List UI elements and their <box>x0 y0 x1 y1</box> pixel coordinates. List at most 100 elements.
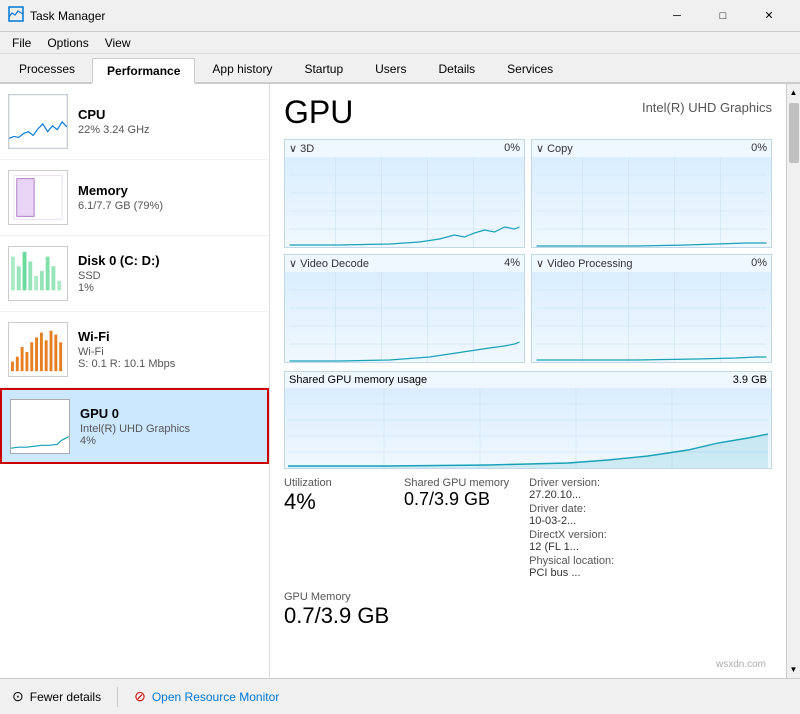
memory-label: Memory <box>78 183 261 198</box>
panel-header: GPU Intel(R) UHD Graphics <box>284 94 772 131</box>
close-button[interactable]: ✕ <box>746 0 792 32</box>
chart-video-processing-value: 0% <box>751 257 767 270</box>
cpu-info: CPU 22% 3.24 GHz <box>78 107 261 136</box>
bottombar-divider <box>117 687 118 707</box>
shared-memory-label: Shared GPU memory usage <box>289 374 427 386</box>
chart-video-processing-header: ∨ Video Processing 0% <box>532 255 771 272</box>
cpu-mini-graph <box>8 94 68 149</box>
gpu-label: GPU 0 <box>80 406 259 421</box>
tab-performance[interactable]: Performance <box>92 58 195 84</box>
panel-subtitle: Intel(R) UHD Graphics <box>642 100 772 115</box>
stat-utilization-label: Utilization <box>284 477 384 489</box>
gpu-memory-value: 0.7/3.9 GB <box>284 603 772 629</box>
fewer-details-label: Fewer details <box>30 690 101 704</box>
disk-mini-graph <box>8 246 68 301</box>
stat-driver-version-label: Driver version: <box>529 477 629 489</box>
stat-shared-mem-value: 0.7/3.9 GB <box>404 489 509 510</box>
chart-copy-value: 0% <box>751 142 767 155</box>
chart-video-decode-header: ∨ Video Decode 4% <box>285 255 524 272</box>
shared-memory-value: 3.9 GB <box>733 374 767 386</box>
chart-copy-header: ∨ Copy 0% <box>532 140 771 157</box>
tab-processes[interactable]: Processes <box>4 56 90 82</box>
right-area: GPU Intel(R) UHD Graphics ∨ 3D 0% <box>270 84 800 678</box>
tabbar: Processes Performance App history Startu… <box>0 54 800 84</box>
chart-video-decode-value: 4% <box>504 257 520 270</box>
minimize-button[interactable]: ─ <box>654 0 700 32</box>
scroll-up-arrow[interactable]: ▲ <box>788 86 800 99</box>
charts-grid: ∨ 3D 0% <box>284 139 772 363</box>
wifi-stats: S: 0.1 R: 10.1 Mbps <box>78 358 261 370</box>
window-controls: ─ □ ✕ <box>654 0 792 32</box>
sidebar-item-disk[interactable]: Disk 0 (C: D:) SSD 1% <box>0 236 269 312</box>
tab-startup[interactable]: Startup <box>289 56 358 82</box>
sidebar-item-cpu[interactable]: CPU 22% 3.24 GHz <box>0 84 269 160</box>
tab-app-history[interactable]: App history <box>197 56 287 82</box>
gpu-stats: 4% <box>80 435 259 447</box>
tab-services[interactable]: Services <box>492 56 568 82</box>
gpu-model: Intel(R) UHD Graphics <box>80 423 259 435</box>
sidebar-item-wifi[interactable]: Wi-Fi Wi-Fi S: 0.1 R: 10.1 Mbps <box>0 312 269 388</box>
sidebar: CPU 22% 3.24 GHz Memory 6.1/7.7 GB (79%) <box>0 84 270 678</box>
wifi-type: Wi-Fi <box>78 346 261 358</box>
stats-section: Utilization 4% Shared GPU memory 0.7/3.9… <box>284 477 772 585</box>
tab-users[interactable]: Users <box>360 56 421 82</box>
shared-memory-area <box>285 388 771 468</box>
stat-directx-label: DirectX version: <box>529 529 629 541</box>
window-title: Task Manager <box>30 9 654 23</box>
panel-title: GPU <box>284 94 353 131</box>
scroll-down-arrow[interactable]: ▼ <box>788 663 800 676</box>
chart-copy-chevron[interactable]: ∨ Copy <box>536 142 573 155</box>
fewer-details-button[interactable]: ⊙ Fewer details <box>12 688 101 705</box>
sidebar-item-memory[interactable]: Memory 6.1/7.7 GB (79%) <box>0 160 269 236</box>
maximize-button[interactable]: □ <box>700 0 746 32</box>
chart-video-processing-chevron[interactable]: ∨ Video Processing <box>536 257 633 270</box>
gpu-mini-graph <box>10 399 70 454</box>
stat-shared-mem-label: Shared GPU memory <box>404 477 509 489</box>
stat-driver-version-value: 27.20.10... <box>529 489 629 501</box>
chart-video-decode: ∨ Video Decode 4% <box>284 254 525 363</box>
stats-row: Utilization 4% Shared GPU memory 0.7/3.9… <box>284 477 629 579</box>
menu-options[interactable]: Options <box>39 34 96 52</box>
stat-physical-label: Physical location: <box>529 555 629 567</box>
scroll-thumb[interactable] <box>789 103 799 163</box>
wifi-mini-graph <box>8 322 68 377</box>
gpu-memory-stat: GPU Memory 0.7/3.9 GB <box>284 591 772 629</box>
stat-driver-date-value: 10-03-2... <box>529 515 629 527</box>
gpu-memory-label: GPU Memory <box>284 591 772 603</box>
menu-file[interactable]: File <box>4 34 39 52</box>
wifi-info: Wi-Fi Wi-Fi S: 0.1 R: 10.1 Mbps <box>78 329 261 370</box>
cpu-label: CPU <box>78 107 261 122</box>
gpu-info: GPU 0 Intel(R) UHD Graphics 4% <box>80 406 259 447</box>
disk-stats: 1% <box>78 282 261 294</box>
tab-details[interactable]: Details <box>423 56 490 82</box>
stat-shared-gpu-mem: Shared GPU memory 0.7/3.9 GB <box>404 477 509 579</box>
memory-stats: 6.1/7.7 GB (79%) <box>78 200 261 212</box>
watermark: wsxdn.com <box>716 659 766 670</box>
menu-view[interactable]: View <box>97 34 139 52</box>
stat-directx-value: 12 (FL 1... <box>529 541 629 553</box>
open-resource-monitor-button[interactable]: ⊘ Open Resource Monitor <box>134 688 279 705</box>
shared-memory-header: Shared GPU memory usage 3.9 GB <box>285 372 771 388</box>
app-icon <box>8 6 24 25</box>
open-resource-monitor-label: Open Resource Monitor <box>152 690 279 704</box>
chart-copy: ∨ Copy 0% <box>531 139 772 248</box>
disk-info: Disk 0 (C: D:) SSD 1% <box>78 253 261 294</box>
chart-3d: ∨ 3D 0% <box>284 139 525 248</box>
chart-3d-chevron[interactable]: ∨ 3D <box>289 142 314 155</box>
main-area: CPU 22% 3.24 GHz Memory 6.1/7.7 GB (79%) <box>0 84 800 678</box>
shared-gpu-memory-chart: Shared GPU memory usage 3.9 GB <box>284 371 772 469</box>
chart-3d-value: 0% <box>504 142 520 155</box>
chart-video-decode-chevron[interactable]: ∨ Video Decode <box>289 257 369 270</box>
stat-utilization: Utilization 4% <box>284 477 384 579</box>
memory-info: Memory 6.1/7.7 GB (79%) <box>78 183 261 212</box>
chart-3d-area <box>285 157 524 247</box>
chart-copy-area <box>532 157 771 247</box>
wifi-label: Wi-Fi <box>78 329 261 344</box>
disk-label: Disk 0 (C: D:) <box>78 253 261 268</box>
stat-utilization-value: 4% <box>284 489 384 515</box>
chart-video-processing-area <box>532 272 771 362</box>
chart-video-processing: ∨ Video Processing 0% <box>531 254 772 363</box>
stat-driver-date-label: Driver date: <box>529 503 629 515</box>
fewer-details-icon: ⊙ <box>12 688 24 705</box>
sidebar-item-gpu[interactable]: GPU 0 Intel(R) UHD Graphics 4% <box>0 388 269 464</box>
